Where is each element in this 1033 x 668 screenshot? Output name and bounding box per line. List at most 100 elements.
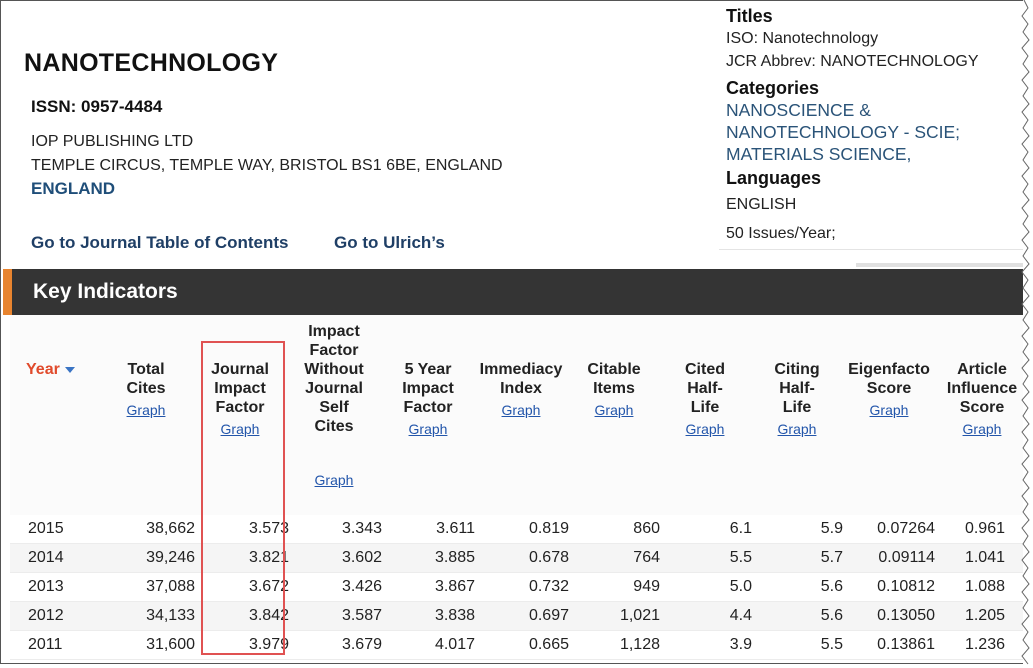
impact-factor-without-self-cites-header: Impact Factor Without Journal Self Cites…	[293, 322, 375, 490]
divider	[856, 263, 1023, 267]
table-row: 2012 34,133 3.842 3.587 3.838 0.697 1,02…	[10, 601, 1023, 631]
total-cites-graph-link[interactable]: Graph	[106, 401, 186, 420]
cited-half-life-header: Cited Half- Life Graph	[665, 360, 745, 439]
jif-no-self-cell: 3.679	[289, 630, 382, 660]
eigenfactor-score-graph-link[interactable]: Graph	[846, 401, 932, 420]
issn: ISSN: 0957-4484	[31, 97, 163, 116]
jif-no-self-cell: 3.602	[289, 543, 382, 573]
five-year-jif-cell: 3.838	[382, 601, 475, 631]
language-value: ENGLISH	[726, 196, 797, 213]
citable-items-cell: 1,128	[569, 630, 660, 660]
total-cites-cell: 38,662	[98, 515, 195, 544]
five-year-jif-cell: 3.885	[382, 543, 475, 573]
citable-items-cell: 860	[569, 515, 660, 544]
five-year-impact-factor-header: 5 Year Impact Factor Graph	[387, 360, 469, 439]
immediacy-index-cell: 0.732	[475, 572, 569, 602]
journal-info-section: NANOTECHNOLOGY ISSN: 0957-4484 IOP PUBLI…	[1, 1, 1023, 267]
country: ENGLAND	[31, 179, 116, 198]
jif-cell: 3.842	[195, 601, 289, 631]
eigenfactor-cell: 0.09114	[843, 543, 935, 573]
five-year-impact-factor-graph-link[interactable]: Graph	[387, 420, 469, 439]
jif-no-self-cell: 3.587	[289, 601, 382, 631]
category-materials-science: MATERIALS SCIENCE,	[726, 144, 912, 164]
year-cell: 2014	[10, 543, 98, 573]
year-column-header[interactable]: Year	[26, 360, 86, 379]
divider	[719, 249, 1023, 250]
article-influence-score-graph-link[interactable]: Graph	[940, 420, 1023, 439]
table-row: 2013 37,088 3.672 3.426 3.867 0.732 949 …	[10, 572, 1023, 602]
cited-half-life-cell: 5.0	[660, 572, 752, 602]
jif-no-self-cell: 3.343	[289, 515, 382, 544]
total-cites-header: Total Cites Graph	[106, 360, 186, 420]
key-indicators-header: Key Indicators	[3, 269, 1023, 315]
journal-impact-factor-header: Journal Impact Factor Graph	[200, 360, 280, 439]
citing-half-life-cell: 5.6	[752, 572, 843, 602]
journal-impact-factor-graph-link[interactable]: Graph	[200, 420, 280, 439]
citable-items-cell: 764	[569, 543, 660, 573]
year-cell: 2015	[10, 515, 98, 544]
cited-half-life-cell: 5.5	[660, 543, 752, 573]
cited-half-life-cell: 6.1	[660, 515, 752, 544]
cited-half-life-cell: 4.4	[660, 601, 752, 631]
iso-title: ISO: Nanotechnology	[726, 30, 879, 47]
year-cell: 2011	[10, 630, 98, 660]
jif-no-self-cell: 3.426	[289, 572, 382, 602]
category-nanoscience-cont: NANOTECHNOLOGY - SCIE;	[726, 122, 961, 142]
citing-half-life-cell: 5.6	[752, 601, 843, 631]
citing-half-life-header: Citing Half- Life Graph	[757, 360, 837, 439]
eigenfactor-cell: 0.13861	[843, 630, 935, 660]
citable-items-graph-link[interactable]: Graph	[573, 401, 655, 420]
citing-half-life-cell: 5.9	[752, 515, 843, 544]
total-cites-cell: 34,133	[98, 601, 195, 631]
total-cites-cell: 37,088	[98, 572, 195, 602]
article-influence-cell: 1.205	[935, 601, 1023, 631]
impact-factor-without-self-cites-graph-link[interactable]: Graph	[293, 471, 375, 490]
article-influence-cell: 1.088	[935, 572, 1023, 602]
torn-edge-decoration	[1021, 0, 1030, 665]
accent-stripe	[3, 269, 12, 315]
immediacy-index-header: Immediacy Index Graph	[476, 360, 566, 420]
article-influence-score-header: Article Influence Score Graph	[940, 360, 1023, 439]
eigenfactor-cell: 0.07264	[843, 515, 935, 544]
table-column-headers: Year Total Cites Graph Journal Impact Fa…	[10, 315, 1023, 515]
total-cites-cell: 31,600	[98, 630, 195, 660]
citable-items-cell: 949	[569, 572, 660, 602]
languages-heading: Languages	[726, 168, 822, 188]
citing-half-life-cell: 5.7	[752, 543, 843, 573]
jif-cell: 3.979	[195, 630, 289, 660]
issues-per-year: 50 Issues/Year;	[726, 225, 836, 242]
jcr-abbrev: JCR Abbrev: NANOTECHNOLOGY	[726, 53, 979, 70]
five-year-jif-cell: 3.611	[382, 515, 475, 544]
jif-cell: 3.672	[195, 572, 289, 602]
eigenfactor-score-header: Eigenfacto Score Graph	[846, 360, 932, 420]
immediacy-index-graph-link[interactable]: Graph	[476, 401, 566, 420]
sort-descending-icon[interactable]	[64, 366, 75, 373]
journal-details-sidebar: Titles ISO: Nanotechnology JCR Abbrev: N…	[726, 5, 1021, 245]
ulrichs-link[interactable]: Go to Ulrich’s	[334, 233, 445, 253]
immediacy-index-cell: 0.697	[475, 601, 569, 631]
jif-cell: 3.821	[195, 543, 289, 573]
publisher: IOP PUBLISHING LTD	[31, 133, 194, 150]
titles-heading: Titles	[726, 6, 773, 26]
citing-half-life-graph-link[interactable]: Graph	[757, 420, 837, 439]
key-indicators-table: 2015 38,662 3.573 3.343 3.611 0.819 860 …	[10, 515, 1023, 660]
table-row: 2015 38,662 3.573 3.343 3.611 0.819 860 …	[10, 515, 1023, 544]
immediacy-index-cell: 0.819	[475, 515, 569, 544]
journal-title: NANOTECHNOLOGY	[24, 49, 279, 77]
citable-items-header: Citable Items Graph	[573, 360, 655, 420]
article-influence-cell: 0.961	[935, 515, 1023, 544]
journal-profile-panel: NANOTECHNOLOGY ISSN: 0957-4484 IOP PUBLI…	[0, 0, 1023, 664]
five-year-jif-cell: 3.867	[382, 572, 475, 602]
article-influence-cell: 1.041	[935, 543, 1023, 573]
year-cell: 2013	[10, 572, 98, 602]
cited-half-life-graph-link[interactable]: Graph	[665, 420, 745, 439]
total-cites-cell: 39,246	[98, 543, 195, 573]
journal-toc-link[interactable]: Go to Journal Table of Contents	[31, 233, 289, 253]
eigenfactor-cell: 0.13050	[843, 601, 935, 631]
eigenfactor-cell: 0.10812	[843, 572, 935, 602]
article-influence-cell: 1.236	[935, 630, 1023, 660]
publisher-address: TEMPLE CIRCUS, TEMPLE WAY, BRISTOL BS1 6…	[31, 157, 503, 174]
citing-half-life-cell: 5.5	[752, 630, 843, 660]
citable-items-cell: 1,021	[569, 601, 660, 631]
jif-cell: 3.573	[195, 515, 289, 544]
